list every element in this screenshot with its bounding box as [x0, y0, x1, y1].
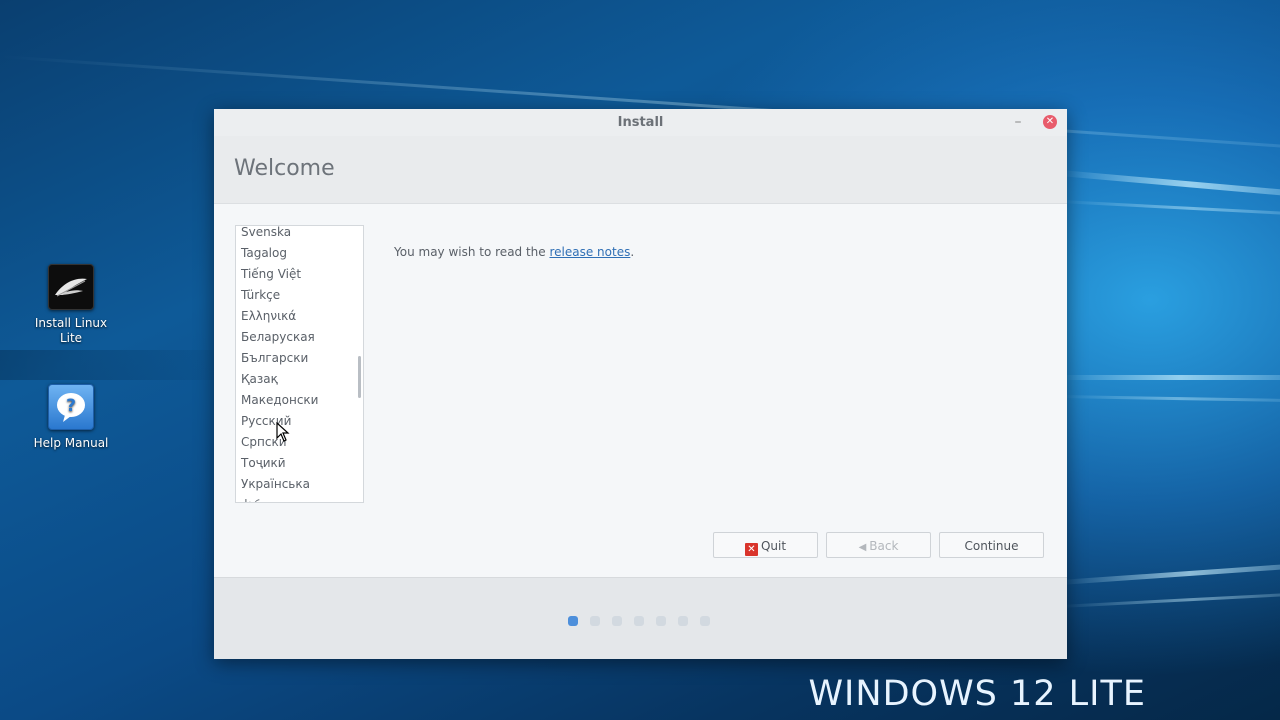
language-list-scrollbar[interactable]	[358, 356, 361, 398]
wallpaper-light-beam	[1060, 375, 1280, 380]
back-button-label: Back	[869, 539, 899, 553]
wallpaper-light-beam	[1059, 395, 1280, 403]
desktop-icon-label: Help Manual	[33, 436, 109, 450]
continue-button-label: Continue	[964, 539, 1019, 553]
back-button[interactable]: ◀ Back	[826, 532, 931, 558]
welcome-content: Svenska Tagalog Tiếng Việt Türkçe Ελληνικά Бе…	[214, 204, 1067, 578]
question-icon: ?	[48, 384, 94, 430]
language-list-item[interactable]: Русский	[236, 411, 357, 432]
wallpaper-light-beam	[1059, 170, 1280, 199]
progress-step-dot	[568, 616, 578, 626]
language-list[interactable]: Svenska Tagalog Tiếng Việt Türkçe Ελληνικά Бе…	[235, 225, 364, 503]
language-list-item[interactable]: Македонски	[236, 390, 357, 411]
quit-button-label: Quit	[760, 539, 787, 553]
language-list-item[interactable]: Српски	[236, 432, 357, 453]
progress-dots	[568, 611, 722, 630]
language-items: Svenska Tagalog Tiếng Việt Türkçe Ελληνικά Бе…	[236, 226, 357, 502]
language-list-item[interactable]: Українська	[236, 474, 357, 495]
close-icon[interactable]: ✕	[1043, 115, 1057, 129]
page-title: Welcome	[234, 156, 335, 181]
progress-step-dot	[612, 616, 622, 626]
desktop-icon-label: Install Linux Lite	[34, 316, 108, 345]
install-window: Install – ✕ Welcome Svenska Tagalog Tiếng …	[214, 109, 1067, 659]
wallpaper-shadow	[0, 350, 220, 380]
wallpaper-light-beam	[1059, 591, 1280, 608]
language-list-item[interactable]: ქართული	[236, 495, 357, 502]
desktop-icon-help-manual[interactable]: ? Help Manual	[26, 384, 116, 451]
language-list-item[interactable]: Беларуская	[236, 327, 357, 348]
feather-icon	[48, 264, 94, 310]
quit-icon: ✕	[744, 543, 758, 556]
language-list-item[interactable]: Ελληνικά	[236, 306, 357, 327]
desktop-watermark: WINDOWS 12 LITE	[808, 674, 1146, 714]
desktop: Install Linux Lite ? Help Manual WINDOWS…	[0, 0, 1280, 720]
back-arrow-icon: ◀	[858, 542, 867, 553]
language-list-item[interactable]: Tiếng Việt	[236, 264, 357, 285]
window-title: Install	[617, 115, 664, 130]
language-list-item[interactable]: Svenska	[236, 226, 357, 243]
window-titlebar[interactable]: Install – ✕	[214, 109, 1067, 136]
desktop-icon-install-linux-lite[interactable]: Install Linux Lite	[26, 264, 116, 346]
progress-footer	[214, 577, 1067, 659]
language-list-item[interactable]: Тоҷикӣ	[236, 453, 357, 474]
language-list-item[interactable]: Tagalog	[236, 243, 357, 264]
svg-text:?: ?	[66, 396, 76, 416]
progress-step-dot	[590, 616, 600, 626]
wallpaper-light-beam	[1059, 561, 1280, 585]
progress-step-dot	[656, 616, 666, 626]
release-notes-prefix: You may wish to read the	[394, 245, 550, 259]
release-notes-suffix: .	[630, 245, 635, 259]
wallpaper-light-beam	[1059, 200, 1280, 217]
release-notes-text: You may wish to read the release notes.	[394, 245, 634, 259]
language-list-item[interactable]: Български	[236, 348, 357, 369]
language-list-item[interactable]: Türkçe	[236, 285, 357, 306]
quit-button[interactable]: ✕ Quit	[713, 532, 818, 558]
continue-button[interactable]: Continue	[939, 532, 1044, 558]
page-header: Welcome	[214, 136, 1067, 204]
progress-step-dot	[678, 616, 688, 626]
minimize-icon[interactable]: –	[1010, 113, 1026, 131]
release-notes-link[interactable]: release notes	[549, 245, 630, 259]
progress-step-dot	[700, 616, 710, 626]
progress-step-dot	[634, 616, 644, 626]
language-list-item[interactable]: Қазақ	[236, 369, 357, 390]
